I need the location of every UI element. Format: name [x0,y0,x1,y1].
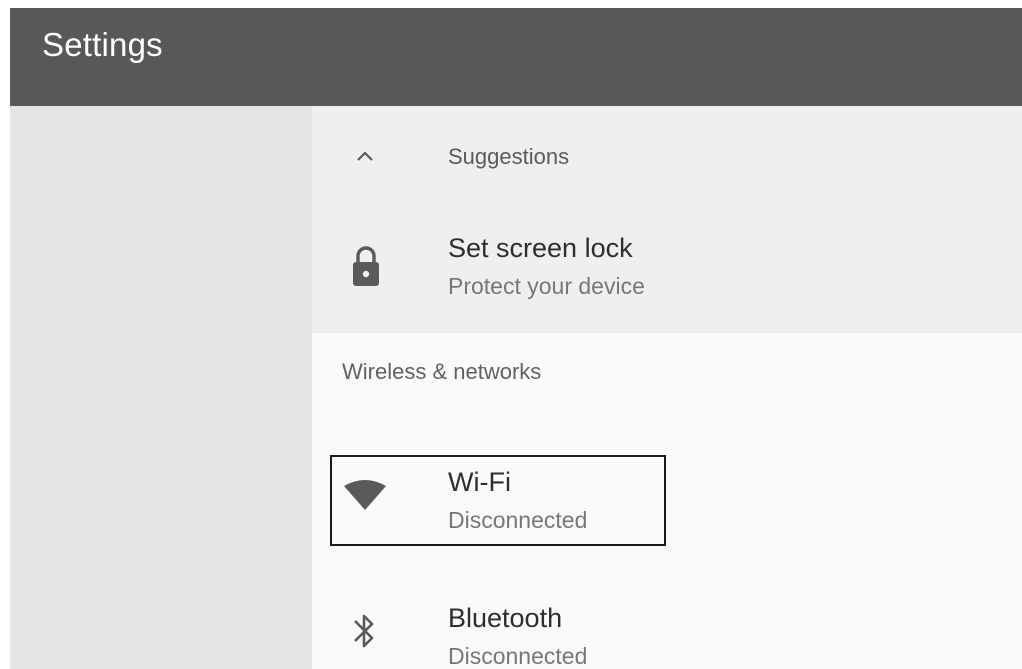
wifi-icon [344,480,386,510]
bluetooth-status: Disconnected [448,643,588,669]
suggestions-section: Suggestions Set screen lock Protect your… [312,106,1022,333]
settings-content: Suggestions Set screen lock Protect your… [312,106,1022,669]
wifi-title: Wi-Fi [448,467,511,497]
chevron-up-icon[interactable] [356,150,374,162]
setting-item-bluetooth[interactable]: Bluetooth Disconnected [312,592,1022,669]
bluetooth-title: Bluetooth [448,603,563,633]
suggestion-subtitle: Protect your device [448,273,645,299]
lock-icon [353,246,379,286]
app-bar: Settings [10,8,1022,106]
setting-item-wifi[interactable]: Wi-Fi Disconnected [312,458,1022,544]
wifi-status: Disconnected [448,507,588,533]
suggestion-title: Set screen lock [448,233,633,263]
suggestions-label: Suggestions [448,144,570,169]
bluetooth-icon [354,614,374,648]
suggestions-header[interactable]: Suggestions [312,126,1022,190]
section-header-wireless: Wireless & networks [342,359,542,384]
suggestion-item-screen-lock[interactable]: Set screen lock Protect your device [312,224,1022,314]
left-pane [10,106,312,669]
page-title: Settings [42,26,163,63]
settings-window: Settings Suggestions Set screen lock Pro… [10,8,1022,669]
